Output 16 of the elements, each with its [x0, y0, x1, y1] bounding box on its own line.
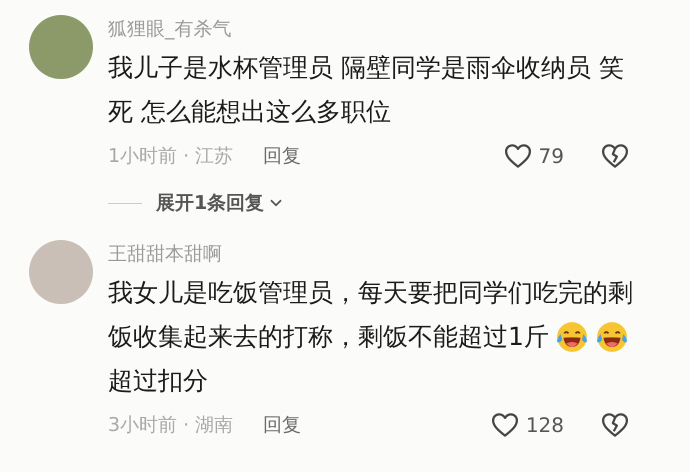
comment-text: 饭收集起来去的打称，剩饭不能超过1斤 [108, 321, 549, 353]
timestamp-location: 1小时前 · 江苏 [108, 144, 234, 169]
username[interactable]: 狐狸眼_有杀气 [108, 15, 658, 42]
expand-replies-button[interactable]: 展开1条回复 [156, 190, 286, 216]
username[interactable]: 王甜甜本甜啊 [108, 240, 658, 267]
timestamp-location: 3小时前 · 湖南 [108, 413, 234, 438]
laughing-emoji-icon [554, 320, 589, 354]
laughing-emoji-icon [594, 320, 629, 354]
reply-button[interactable]: 回复 [263, 412, 302, 438]
comment-text: 我女儿是吃饭管理员，每天要把同学们吃完的剩 [108, 277, 633, 309]
comment-text: 我儿子是水杯管理员 隔壁同学是雨伞收纳员 笑 [108, 52, 624, 84]
reply-button[interactable]: 回复 [263, 143, 302, 169]
like-button[interactable]: 79 [502, 141, 564, 171]
comment-text: 死 怎么能想出这么多职位 [108, 96, 391, 128]
like-button[interactable]: 128 [490, 410, 564, 440]
comment-text: 超过扣分 [108, 365, 208, 397]
